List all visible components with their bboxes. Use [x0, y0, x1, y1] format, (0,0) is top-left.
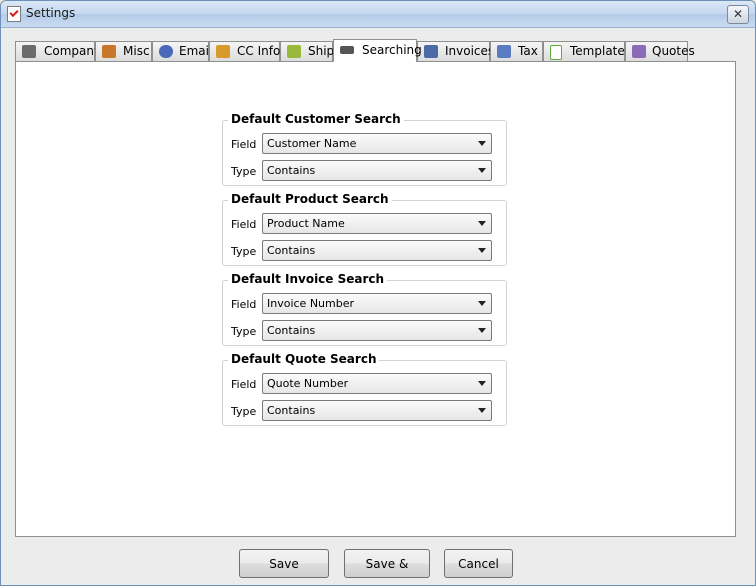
group-title: Default Product Search — [228, 192, 392, 206]
customer-type-select[interactable]: Contains — [262, 160, 492, 181]
field-label: Field — [231, 378, 257, 391]
tab-label: Email — [179, 44, 213, 58]
tab-invoices[interactable]: Invoices — [417, 41, 494, 61]
select-value: Contains — [267, 324, 316, 337]
tab-label: CC Info — [237, 44, 281, 58]
searching-panel: Default Customer Search Field Customer N… — [15, 61, 736, 537]
tab-label: Ship — [308, 44, 335, 58]
cancel-button[interactable]: Cancel — [444, 549, 513, 578]
type-label: Type — [231, 165, 257, 178]
type-label: Type — [231, 405, 257, 418]
save-settings-button[interactable]: Save Settings — [239, 549, 329, 585]
ship-icon — [287, 45, 301, 58]
percent-icon — [497, 45, 511, 58]
tab-ship[interactable]: Ship — [280, 41, 335, 61]
tab-label: Misc — [123, 44, 150, 58]
at-sign-icon — [159, 45, 173, 58]
invoice-type-select[interactable]: Contains — [262, 320, 492, 341]
type-label: Type — [231, 245, 257, 258]
invoice-icon — [424, 45, 438, 58]
tab-quotes[interactable]: Quotes — [625, 41, 695, 61]
document-icon — [550, 45, 562, 60]
tab-label: Templates — [570, 44, 632, 58]
chevron-down-icon — [478, 381, 486, 386]
type-label: Type — [231, 325, 257, 338]
tab-cc-info[interactable]: CC Info — [209, 41, 280, 61]
briefcase-icon — [22, 45, 36, 58]
tab-company[interactable]: Company — [15, 41, 101, 61]
settings-window: Settings ✕ Company Misc Email CC Info Sh… — [0, 0, 756, 586]
product-field-select[interactable]: Product Name — [262, 213, 492, 234]
app-checklist-icon — [7, 6, 21, 22]
window-title: Settings — [26, 6, 76, 20]
chevron-down-icon — [478, 221, 486, 226]
select-value: Customer Name — [267, 137, 357, 150]
grid-icon — [102, 45, 116, 58]
tab-templates[interactable]: Templates — [543, 41, 631, 61]
product-search-group: Default Product Search Field Product Nam… — [222, 192, 507, 266]
chevron-down-icon — [478, 328, 486, 333]
invoice-field-select[interactable]: Invoice Number — [262, 293, 492, 314]
customer-search-group: Default Customer Search Field Customer N… — [222, 112, 507, 186]
quote-search-group: Default Quote Search Field Quote Number … — [222, 352, 507, 426]
invoice-search-group: Default Invoice Search Field Invoice Num… — [222, 272, 507, 346]
field-label: Field — [231, 298, 257, 311]
chevron-down-icon — [478, 408, 486, 413]
tab-label: Tax — [518, 44, 538, 58]
group-title: Default Invoice Search — [228, 272, 388, 286]
binoculars-icon — [340, 46, 354, 54]
tab-label: Company — [44, 44, 102, 58]
tab-misc[interactable]: Misc — [95, 41, 152, 61]
quote-field-select[interactable]: Quote Number — [262, 373, 492, 394]
save-close-button[interactable]: Save & Close — [344, 549, 430, 585]
field-label: Field — [231, 218, 257, 231]
select-value: Contains — [267, 404, 316, 417]
select-value: Invoice Number — [267, 297, 355, 310]
tab-tax[interactable]: Tax — [490, 41, 543, 61]
customer-field-select[interactable]: Customer Name — [262, 133, 492, 154]
pencil-note-icon — [632, 45, 646, 58]
select-value: Contains — [267, 244, 316, 257]
chevron-down-icon — [478, 248, 486, 253]
tab-label: Searching — [362, 43, 422, 57]
title-bar[interactable]: Settings ✕ — [1, 1, 755, 28]
tab-label: Quotes — [652, 44, 695, 58]
group-title: Default Customer Search — [228, 112, 404, 126]
field-label: Field — [231, 138, 257, 151]
group-title: Default Quote Search — [228, 352, 380, 366]
product-type-select[interactable]: Contains — [262, 240, 492, 261]
select-value: Quote Number — [267, 377, 349, 390]
chevron-down-icon — [478, 168, 486, 173]
chevron-down-icon — [478, 141, 486, 146]
quote-type-select[interactable]: Contains — [262, 400, 492, 421]
chevron-down-icon — [478, 301, 486, 306]
select-value: Contains — [267, 164, 316, 177]
select-value: Product Name — [267, 217, 345, 230]
tab-searching[interactable]: Searching — [333, 39, 422, 62]
credit-card-icon — [216, 45, 230, 58]
close-button[interactable]: ✕ — [727, 5, 749, 24]
tab-label: Invoices — [445, 44, 495, 58]
tab-email[interactable]: Email — [152, 41, 213, 61]
tab-strip: Company Misc Email CC Info Ship Searchin… — [15, 39, 755, 62]
